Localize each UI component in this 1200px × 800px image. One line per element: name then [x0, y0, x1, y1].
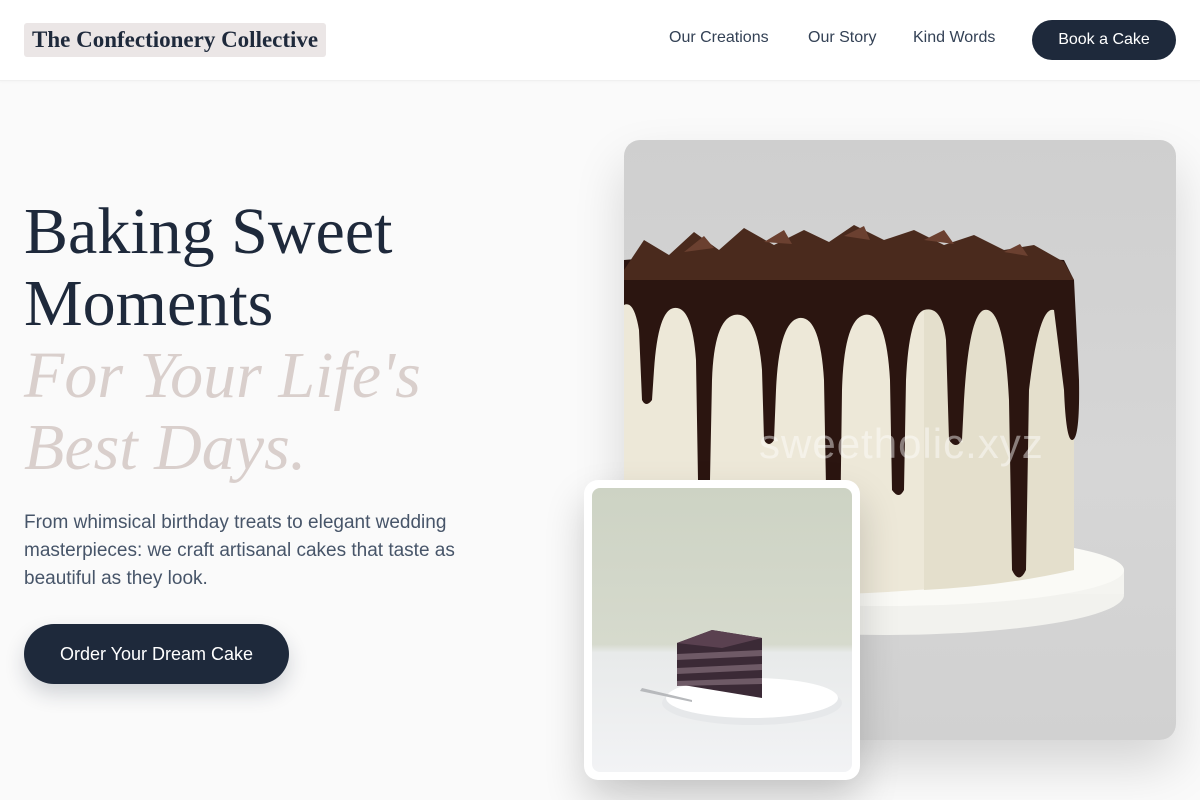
order-dream-cake-button[interactable]: Order Your Dream Cake: [24, 624, 289, 684]
nav-link-our-creations[interactable]: Our Creations: [669, 29, 769, 47]
book-a-cake-button[interactable]: Book a Cake: [1032, 20, 1176, 60]
nav-link-our-story[interactable]: Our Story: [808, 29, 876, 47]
nav-link-kind-words[interactable]: Kind Words: [913, 29, 995, 47]
hero-accent-line: Best Days.: [24, 411, 307, 484]
hero-title-line: Moments: [24, 267, 274, 340]
brand-logo[interactable]: The Confectionery Collective: [24, 23, 327, 57]
site-header: The Confectionery Collective Our Creatio…: [0, 0, 1200, 81]
hero-title-line: Baking Sweet: [24, 195, 393, 268]
hero-description: From whimsical birthday treats to elegan…: [24, 512, 455, 589]
hero-title: Baking Sweet Moments For Your Life's Bes…: [24, 196, 421, 484]
cake-slice-photo-card: [584, 480, 860, 780]
photo-watermark: sweetholic.xyz: [759, 420, 1044, 467]
chocolate-cake-slice-photo: [592, 488, 852, 772]
hero-accent-line: For Your Life's: [24, 339, 421, 412]
